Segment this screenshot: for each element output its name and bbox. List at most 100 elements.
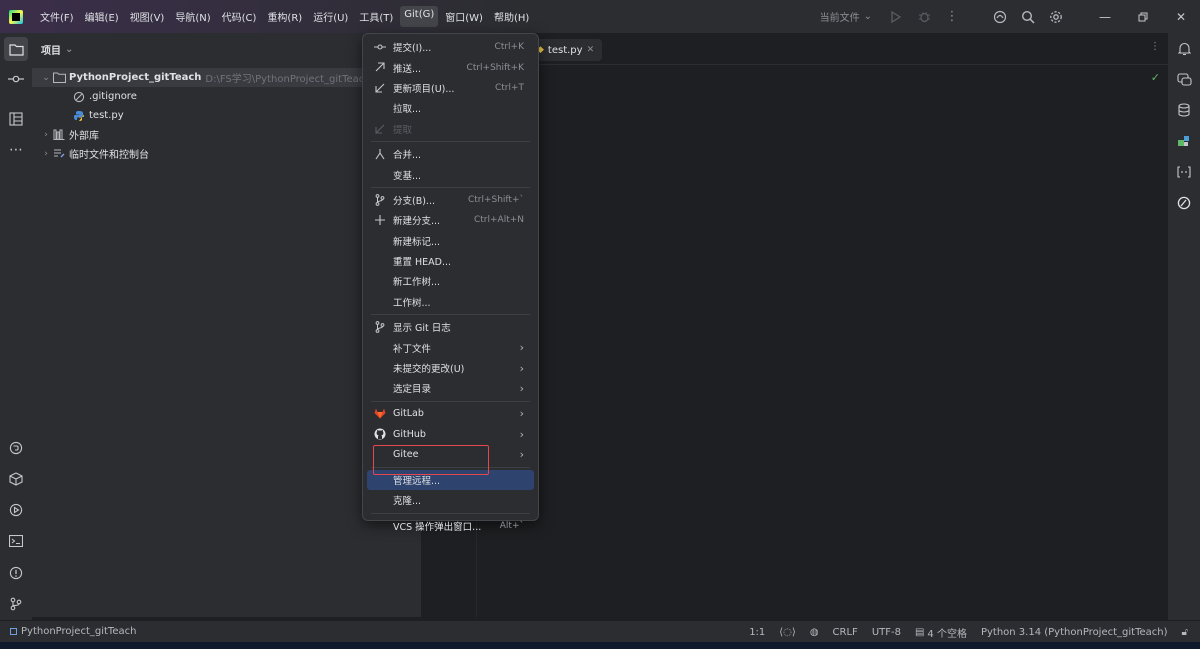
code-with-me-icon[interactable] (1172, 160, 1196, 184)
gear-icon[interactable] (1042, 3, 1070, 31)
git-menu-item[interactable]: GitLab › (367, 404, 534, 424)
menu-item-8[interactable]: Git(G) (400, 6, 439, 27)
indent-widget[interactable]: ▤ 4 个空格 (915, 625, 967, 640)
problems-icon[interactable] (4, 561, 28, 585)
python-packages-icon[interactable] (4, 467, 28, 491)
copilot-icon[interactable] (1172, 191, 1196, 215)
git-menu-item[interactable]: 分支(B)... Ctrl+Shift+` (367, 190, 534, 210)
ai-assistant-icon[interactable] (986, 3, 1014, 31)
git-menu-item-label: 显示 Git 日志 (393, 323, 451, 335)
menu-item-5[interactable]: 重构(R) (263, 6, 306, 27)
python-interpreter[interactable]: Python 3.14 (PythonProject_gitTeach) (981, 627, 1168, 638)
menu-item-9[interactable]: 窗口(W) (441, 6, 487, 27)
git-menu-item[interactable]: Gitee › (367, 444, 534, 464)
line-separator[interactable]: CRLF (833, 627, 858, 638)
file-encoding[interactable]: UTF-8 (872, 627, 901, 638)
git-menu-item[interactable]: 补丁文件 › (367, 337, 534, 357)
commit-icon[interactable] (4, 67, 28, 91)
git-menu-item[interactable]: GitHub › (367, 424, 534, 444)
git-menu-item[interactable]: 管理远程... (367, 469, 534, 491)
git-menu-item[interactable]: 拉取... (367, 98, 534, 118)
submenu-arrow-icon: › (519, 448, 524, 462)
chevron-right-icon[interactable]: › (40, 149, 52, 159)
project-square-icon (10, 628, 17, 635)
git-menu-item[interactable]: 显示 Git 日志 (367, 317, 534, 337)
menu-item-0[interactable]: 文件(F) (36, 6, 78, 27)
menu-item-1[interactable]: 编辑(E) (81, 6, 123, 27)
git-menu-item[interactable]: 未提交的更改(U) › (367, 358, 534, 378)
tab-label: test.py (547, 44, 583, 56)
git-menu-item-label: 变基... (393, 170, 422, 182)
chevron-right-icon[interactable]: › (40, 130, 52, 140)
copilot-status-icon[interactable]: ◍ (810, 627, 819, 638)
project-path-hint: D:\FS学习\PythonProject_gitTeach (205, 74, 371, 85)
ai-status-icon[interactable]: ⟨◌⟩ (779, 627, 796, 638)
commit-icon (373, 40, 387, 54)
project-folder-icon[interactable] (4, 37, 28, 61)
push-arrow-icon (373, 60, 387, 74)
checkmark-icon: ✓ (1150, 71, 1160, 84)
git-menu-item[interactable]: 新建标记... (367, 231, 534, 251)
terminal-icon[interactable] (4, 529, 28, 553)
structure-icon[interactable] (4, 107, 28, 131)
ai-chat-icon[interactable] (1172, 68, 1196, 92)
git-menu-item[interactable]: 推送... Ctrl+Shift+K (367, 57, 534, 77)
lock-icon[interactable]: 🔓︎ (1182, 627, 1188, 638)
menu-item-6[interactable]: 运行(U) (309, 6, 352, 27)
git-menu-item[interactable]: 提交(I)... Ctrl+K (367, 37, 534, 57)
git-menu-item-label: 拉取... (393, 104, 422, 116)
git-menu-item[interactable]: VCS 操作弹出窗口... Alt+` (367, 516, 534, 536)
git-menu-item[interactable]: 变基... (367, 164, 534, 184)
python-console-icon[interactable] (4, 436, 28, 460)
git-menu-item-label: 选定目录 (393, 384, 432, 396)
project-panel-title: 项目 (41, 45, 61, 57)
shortcut-hint: Ctrl+Shift+` (467, 194, 524, 205)
git-menu-item-label: 推送... (393, 63, 422, 75)
menu-item-3[interactable]: 导航(N) (171, 6, 214, 27)
git-menu-item[interactable]: 克隆... (367, 490, 534, 510)
debug-icon[interactable] (910, 3, 938, 31)
git-menu-item[interactable]: 新工作树... (367, 271, 534, 291)
git-menu-item[interactable]: 工作树... (367, 292, 534, 312)
fetch-arrow-icon (373, 122, 387, 136)
status-bar: PythonProject_gitTeach 1:1 ⟨◌⟩ ◍ CRLF UT… (0, 620, 1200, 642)
close-icon[interactable]: ✕ (1162, 0, 1200, 33)
git-menu-item[interactable]: 合并... (367, 144, 534, 164)
search-icon[interactable] (1014, 3, 1042, 31)
tree-item-label: 外部库 (69, 131, 99, 142)
close-tab-icon[interactable]: ✕ (587, 45, 595, 55)
shortcut-hint: Alt+` (499, 520, 524, 531)
menu-item-7[interactable]: 工具(T) (355, 6, 397, 27)
more-vertical-icon[interactable]: ⋮ (1150, 41, 1160, 52)
restore-icon[interactable] (1124, 0, 1162, 33)
database-icon[interactable] (1172, 98, 1196, 122)
menu-item-2[interactable]: 视图(V) (126, 6, 169, 27)
status-breadcrumb[interactable]: PythonProject_gitTeach (0, 626, 136, 637)
git-menu-item-label: 克隆... (393, 496, 422, 508)
library-icon (52, 128, 66, 142)
shortcut-hint: Ctrl+Shift+K (466, 62, 524, 73)
git-menu-item[interactable]: 选定目录 › (367, 378, 534, 398)
git-menu-item[interactable]: 更新项目(U)... Ctrl+T (367, 78, 534, 98)
menu-separator (371, 466, 530, 468)
git-menu-item-label: GitLab (393, 408, 424, 420)
plugin-marketplace-icon[interactable] (1172, 129, 1196, 153)
git-menu-item[interactable]: 重置 HEAD... (367, 251, 534, 271)
more-horizontal-icon[interactable]: ⋯ (4, 138, 28, 162)
git-branch-icon[interactable] (4, 592, 28, 616)
git-menu-item-label: Gitee (393, 449, 419, 461)
git-menu-item-label: 新建分支... (393, 216, 441, 228)
run-configuration-selector[interactable]: 当前文件 ⌄ (820, 9, 872, 24)
git-menu-item[interactable]: 新建分支... Ctrl+Alt+N (367, 210, 534, 230)
caret-position[interactable]: 1:1 (749, 627, 765, 638)
minimize-icon[interactable]: — (1086, 0, 1124, 33)
editor-tab-test-py[interactable]: ◆ test.py ✕ (529, 39, 603, 61)
more-vertical-icon[interactable]: ⋮ (938, 3, 966, 31)
menu-item-4[interactable]: 代码(C) (218, 6, 261, 27)
services-icon[interactable] (4, 498, 28, 522)
menu-item-10[interactable]: 帮助(H) (490, 6, 533, 27)
submenu-arrow-icon: › (519, 407, 524, 421)
notifications-bell-icon[interactable] (1172, 37, 1196, 61)
chevron-down-icon[interactable]: ⌄ (40, 73, 52, 83)
run-icon[interactable] (882, 3, 910, 31)
